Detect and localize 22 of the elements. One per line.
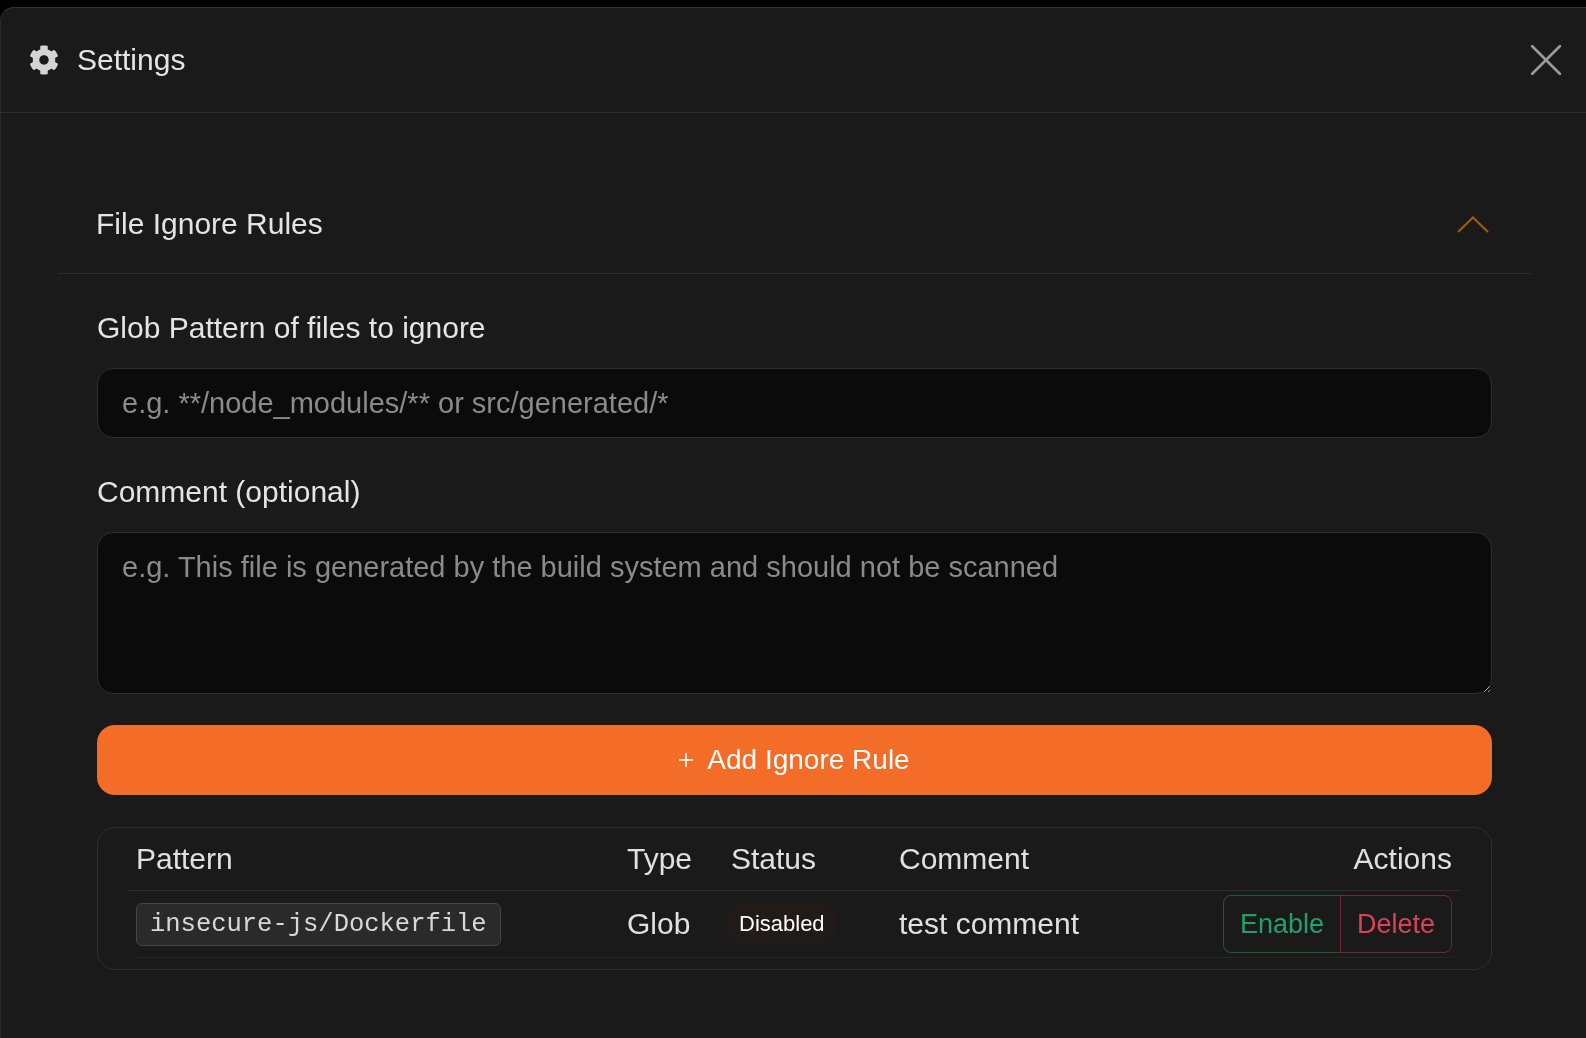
column-header: Pattern [136, 842, 233, 876]
status-badge: Disabled [727, 903, 837, 945]
plus-icon [679, 753, 694, 767]
dialog-title: Settings [77, 43, 187, 77]
column-header: Actions [1353, 842, 1452, 876]
field-label: Glob Pattern of files to ignore [97, 312, 486, 344]
pattern-input[interactable]: e.g. **/node_modules/** or src/generated/* [97, 368, 1492, 438]
enable-button[interactable]: Enable [1222, 895, 1341, 953]
delete-button[interactable]: Delete [1339, 895, 1452, 953]
accordion-header[interactable]: File Ignore Rules [58, 175, 1531, 274]
table-cell: test comment [899, 907, 1080, 941]
column-header: Type [627, 842, 693, 876]
settings-icon [29, 45, 59, 75]
column-header: Comment [899, 842, 1030, 876]
comment-textarea[interactable]: e.g. This file is generated by the build system and should not be scanned [97, 532, 1492, 694]
column-header: Status [731, 842, 817, 876]
pattern-code: insecure-js/Dockerfile [136, 902, 501, 946]
table-cell: Glob [627, 907, 691, 941]
close-button[interactable] [1531, 45, 1561, 75]
close-icon [1531, 45, 1561, 75]
add-rule-button[interactable]: Add Ignore Rule [97, 725, 1492, 795]
field-label: Comment (optional) [97, 476, 361, 508]
